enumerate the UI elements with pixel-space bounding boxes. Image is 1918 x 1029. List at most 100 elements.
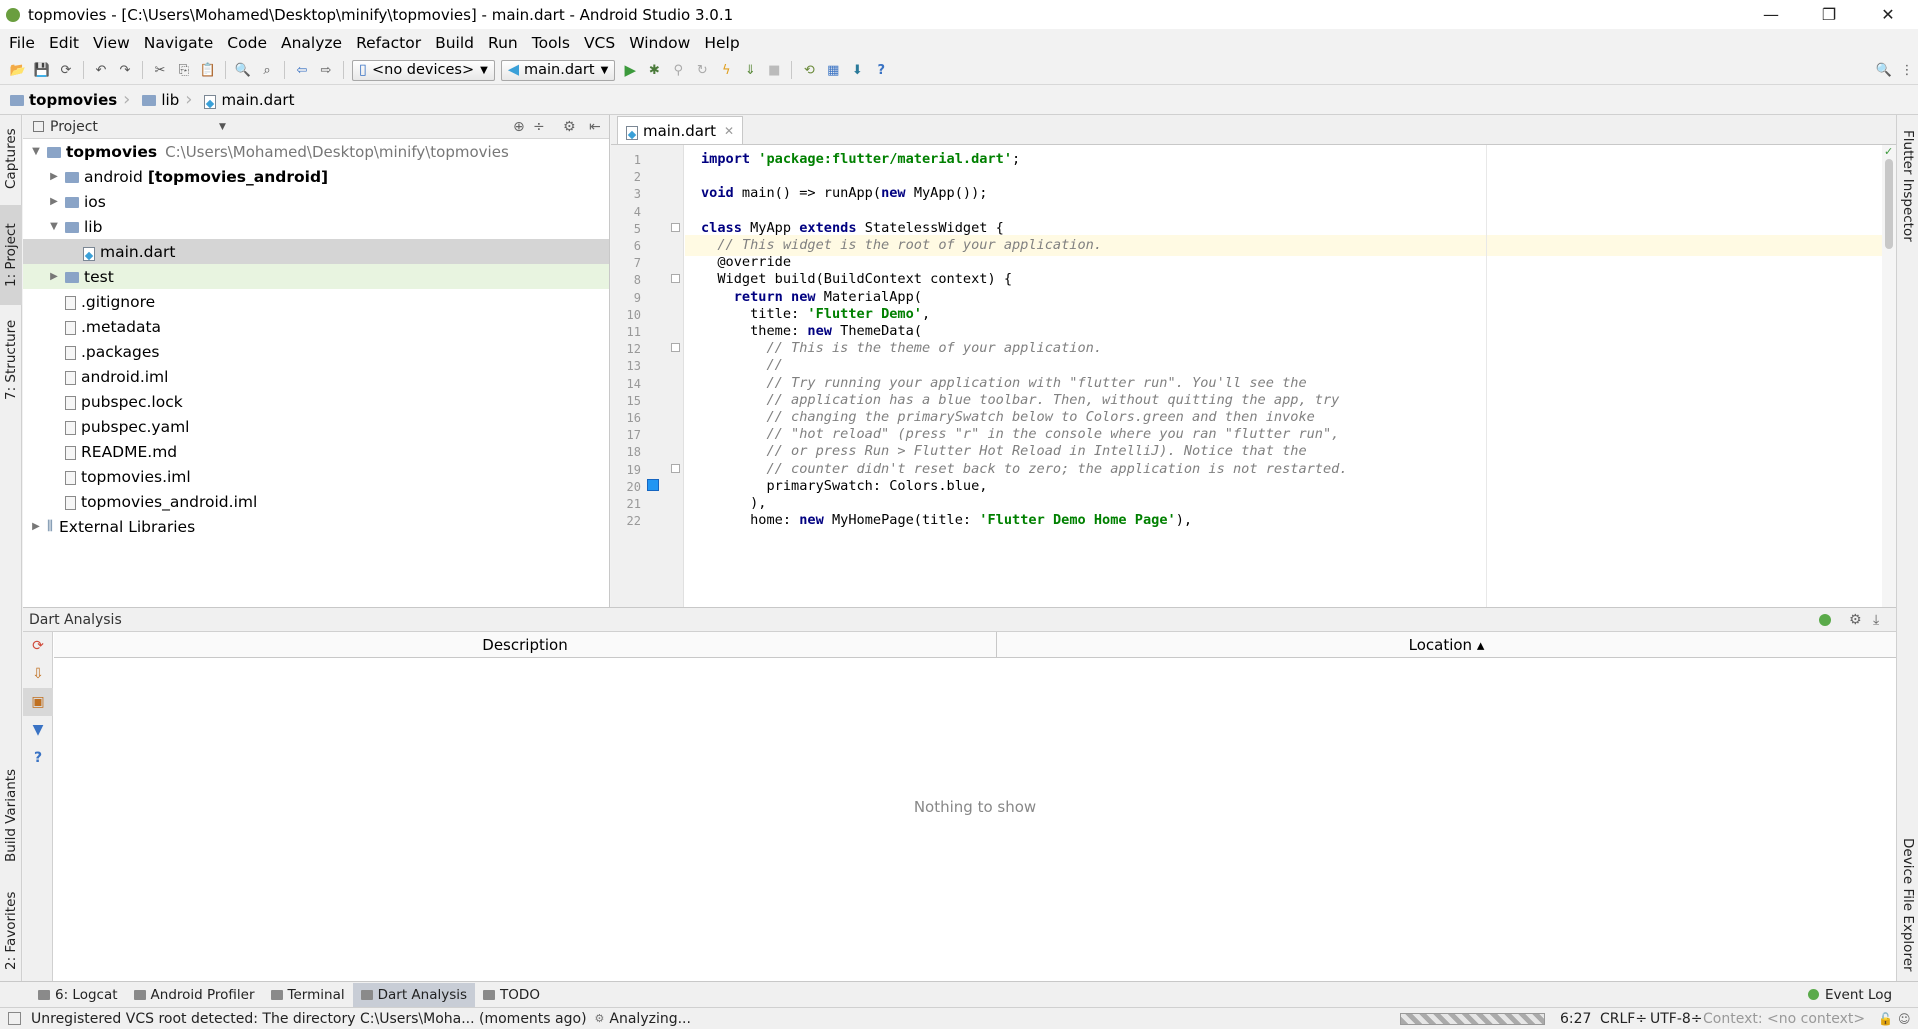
fold-marker-icon[interactable] [671, 343, 680, 353]
tree-item[interactable]: ▼ lib [23, 214, 609, 239]
file-encoding[interactable]: UTF-8÷ [1650, 1011, 1703, 1027]
tab-project[interactable]: 1: Project [0, 205, 22, 305]
menu-item-file[interactable]: File [2, 34, 42, 52]
tab-flutter-inspector[interactable]: Flutter Inspector [1897, 121, 1918, 251]
project-structure-icon[interactable]: ▦ [823, 60, 843, 80]
fold-marker-icon[interactable] [671, 222, 680, 232]
code-area[interactable]: import 'package:flutter/material.dart'; … [685, 145, 1882, 607]
collapse-all-icon[interactable]: ÷ [533, 119, 545, 135]
tree-item[interactable]: README.md [23, 439, 609, 464]
help-icon[interactable]: ? [23, 744, 53, 772]
forward-icon[interactable]: ⇨ [316, 60, 336, 80]
toolwindow-dart-analysis[interactable]: Dart Analysis [352, 982, 476, 1007]
apply-changes-icon[interactable]: ⇓ [740, 60, 760, 80]
run-config-selector[interactable]: ◀ main.dart ▼ [500, 59, 616, 81]
tree-item[interactable]: ▼ topmovies C:\Users\Mohamed\Desktop\minif… [23, 139, 609, 164]
attach-icon[interactable]: ↻ [692, 60, 712, 80]
inspector-icon[interactable]: ☺ [1898, 1012, 1911, 1026]
sync-icon[interactable]: ⟳ [56, 60, 76, 80]
save-icon[interactable]: 💾 [32, 60, 52, 80]
status-message[interactable]: Unregistered VCS root detected: The dire… [31, 1011, 587, 1027]
tree-item[interactable]: ▶ test [23, 264, 609, 289]
tab-device-file-explorer[interactable]: Device File Explorer [1897, 835, 1918, 975]
tab-favorites[interactable]: 2: Favorites [0, 881, 22, 981]
paste-icon[interactable]: 📋 [198, 60, 218, 80]
event-log-button[interactable]: Event Log [1800, 983, 1900, 1007]
open-icon[interactable]: 📂 [8, 60, 28, 80]
back-icon[interactable]: ⇦ [292, 60, 312, 80]
menu-item-vcs[interactable]: VCS [577, 34, 622, 52]
expanded-arrow-icon[interactable]: ▼ [47, 221, 61, 232]
sync-gradle-icon[interactable]: ⟲ [799, 60, 819, 80]
menu-item-help[interactable]: Help [697, 34, 746, 52]
menu-item-code[interactable]: Code [220, 34, 274, 52]
hide-panel-icon[interactable]: ⤓ [1873, 612, 1879, 628]
tree-item[interactable]: topmovies.iml [23, 464, 609, 489]
export-icon[interactable]: ⇩ [23, 660, 53, 688]
collapsed-arrow-icon[interactable]: ▶ [47, 271, 61, 282]
lock-icon[interactable]: 🔓 [1878, 1012, 1893, 1026]
collapsed-arrow-icon[interactable]: ▶ [47, 196, 61, 207]
status-toggle-icon[interactable] [8, 1012, 21, 1025]
toolwindow-terminal[interactable]: Terminal [263, 983, 353, 1007]
menu-item-window[interactable]: Window [622, 34, 697, 52]
hot-reload-icon[interactable]: ϟ [716, 60, 736, 80]
cut-icon[interactable]: ✂ [150, 60, 170, 80]
scrollbar-thumb[interactable] [1885, 159, 1893, 249]
breadcrumb-item-main-dart[interactable]: main.dart [204, 91, 300, 109]
gear-icon[interactable]: ⚙ [563, 119, 576, 135]
menu-item-edit[interactable]: Edit [42, 34, 86, 52]
tree-item[interactable]: .packages [23, 339, 609, 364]
breadcrumb-item-topmovies[interactable]: topmovies › [10, 89, 142, 110]
stop-icon[interactable]: ■ [764, 60, 784, 80]
tree-item[interactable]: .gitignore [23, 289, 609, 314]
color-swatch-icon[interactable] [647, 478, 659, 491]
menu-item-tools[interactable]: Tools [525, 34, 577, 52]
toolwindow-todo[interactable]: TODO [475, 983, 548, 1007]
breadcrumb-item-lib[interactable]: lib › [142, 89, 204, 110]
minimize-button[interactable]: — [1743, 0, 1799, 29]
menu-item-analyze[interactable]: Analyze [274, 34, 349, 52]
chevron-down-icon[interactable]: ▼ [219, 122, 226, 132]
toolbar-more-icon[interactable]: ⋮ [1897, 60, 1917, 80]
menu-item-view[interactable]: View [86, 34, 137, 52]
tab-captures[interactable]: Captures [0, 119, 22, 199]
expanded-arrow-icon[interactable]: ▼ [29, 146, 43, 157]
profile-icon[interactable]: ⚲ [668, 60, 688, 80]
find-icon[interactable]: 🔍 [233, 60, 253, 80]
context-indicator[interactable]: Context: <no context> [1703, 1011, 1865, 1027]
menu-item-navigate[interactable]: Navigate [137, 34, 221, 52]
filter-icon[interactable]: ▼ [23, 716, 53, 744]
tree-item[interactable]: ▶ ios [23, 189, 609, 214]
line-separator[interactable]: CRLF÷ [1600, 1011, 1647, 1027]
menu-item-build[interactable]: Build [428, 34, 481, 52]
collapsed-arrow-icon[interactable]: ▶ [47, 171, 61, 182]
sdk-manager-icon[interactable]: ⬇ [847, 60, 867, 80]
toolwindow-android-profiler[interactable]: Android Profiler [126, 983, 263, 1007]
toolwindow-6-logcat[interactable]: 6: Logcat [30, 983, 126, 1007]
search-everywhere-icon[interactable]: 🔍 [1874, 60, 1894, 80]
tree-item[interactable]: pubspec.lock [23, 389, 609, 414]
project-view-selector[interactable]: Project [50, 119, 98, 135]
tree-item[interactable]: topmovies_android.iml [23, 489, 609, 514]
restart-analysis-icon[interactable]: ⟳ [23, 632, 53, 660]
collapsed-arrow-icon[interactable]: ▶ [29, 521, 43, 532]
tree-item[interactable]: main.dart [23, 239, 609, 264]
group-by-icon[interactable]: ▣ [23, 688, 53, 716]
gear-icon[interactable]: ⚙ [1849, 612, 1862, 628]
device-selector[interactable]: ▯ <no devices> ▼ [352, 59, 495, 81]
undo-icon[interactable]: ↶ [91, 60, 111, 80]
restore-button[interactable]: ❐ [1801, 0, 1857, 29]
close-button[interactable]: ✕ [1860, 0, 1916, 29]
tree-item[interactable]: ▶ ⫼ External Libraries [23, 514, 609, 539]
tab-build-variants[interactable]: Build Variants [0, 755, 22, 875]
replace-icon[interactable]: ⌕ [257, 60, 277, 80]
help-icon[interactable]: ? [871, 60, 891, 80]
tree-item[interactable]: ▶ android [topmovies_android] [23, 164, 609, 189]
scroll-from-source-icon[interactable]: ⊕ [513, 119, 525, 135]
tab-main-dart[interactable]: main.dart ✕ [617, 116, 744, 144]
fold-marker-icon[interactable] [671, 463, 680, 473]
tab-structure[interactable]: 7: Structure [0, 310, 22, 410]
debug-icon[interactable]: ✱ [644, 60, 664, 80]
hide-panel-icon[interactable]: ⇤ [589, 119, 601, 135]
